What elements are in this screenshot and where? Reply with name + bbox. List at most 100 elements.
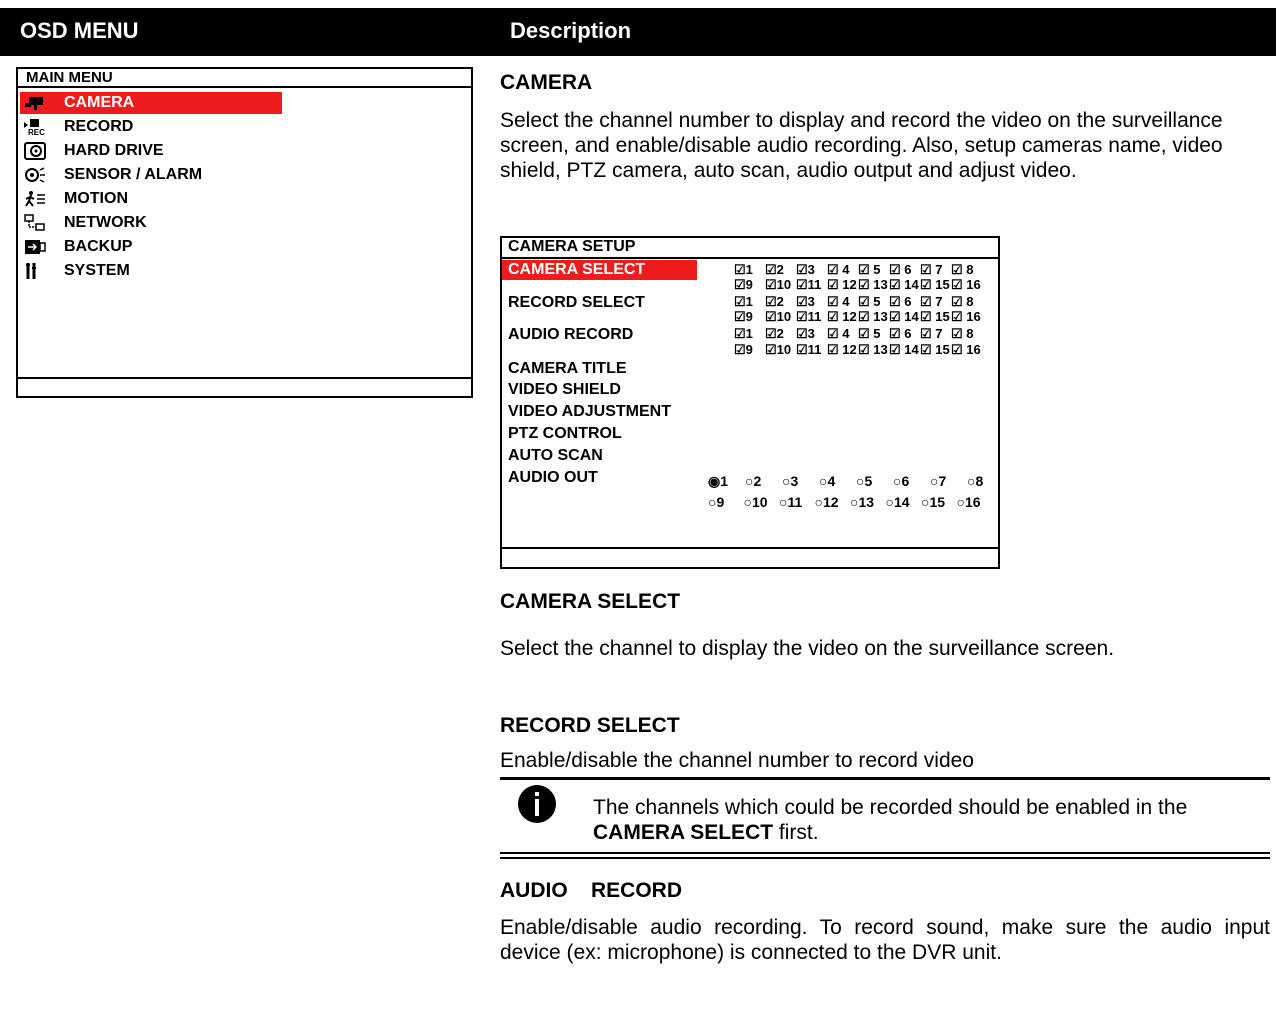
menu-item-label: BACKUP xyxy=(64,238,133,255)
record-select-note: The channels which could be recorded sho… xyxy=(593,795,1193,845)
record-icon: REC xyxy=(24,119,45,136)
record-select-item[interactable]: RECORD SELECT xyxy=(508,294,645,312)
audio-record-checks-row1[interactable]: ☑1 ☑2 ☑3 ☑ 4 ☑ 5 ☑ 6 ☑ 7 ☑ 8 xyxy=(734,326,982,342)
camera-select-item[interactable]: CAMERA SELECT xyxy=(502,260,697,280)
checkbox[interactable]: ☑11 xyxy=(796,342,827,358)
checkbox[interactable]: ☑ 16 xyxy=(951,277,982,293)
audio-record-item[interactable]: AUDIO RECORD xyxy=(508,326,633,344)
checkbox[interactable]: ☑ 7 xyxy=(920,326,951,342)
checkbox[interactable]: ☑10 xyxy=(765,342,796,358)
checkbox[interactable]: ☑ 8 xyxy=(951,326,982,342)
checkbox[interactable]: ☑9 xyxy=(734,277,765,293)
checkbox[interactable]: ☑ 16 xyxy=(951,309,982,325)
video-adjustment-item[interactable]: VIDEO ADJUSTMENT xyxy=(508,403,671,421)
checkbox[interactable]: ☑2 xyxy=(765,294,796,310)
checkbox[interactable]: ☑ 15 xyxy=(920,277,951,293)
checkbox[interactable]: ☑ 4 xyxy=(827,262,858,278)
checkbox[interactable]: ☑ 8 xyxy=(951,294,982,310)
checkbox[interactable]: ☑1 xyxy=(734,262,765,278)
checkbox[interactable]: ☑ 4 xyxy=(827,326,858,342)
radio[interactable]: ○13 xyxy=(850,494,886,510)
checkbox[interactable]: ☑ 8 xyxy=(951,262,982,278)
camera-description: Select the channel number to display and… xyxy=(500,109,1223,182)
checkbox[interactable]: ☑ 6 xyxy=(889,294,920,310)
audio-out-item[interactable]: AUDIO OUT xyxy=(508,469,598,487)
divider xyxy=(18,377,471,379)
checkbox[interactable]: ☑ 7 xyxy=(920,262,951,278)
menu-item-camera[interactable]: CAMERA xyxy=(20,92,282,114)
menu-item-label: RECORD xyxy=(64,118,134,135)
checkbox[interactable]: ☑ 6 xyxy=(889,262,920,278)
alarm-icon xyxy=(25,167,45,183)
checkbox[interactable]: ☑ 13 xyxy=(858,309,889,325)
checkbox[interactable]: ☑3 xyxy=(796,294,827,310)
checkbox[interactable]: ☑ 7 xyxy=(920,294,951,310)
checkbox[interactable]: ☑2 xyxy=(765,262,796,278)
checkbox[interactable]: ☑3 xyxy=(796,326,827,342)
checkbox[interactable]: ☑ 4 xyxy=(827,294,858,310)
camera-select-checks-row2[interactable]: ☑9 ☑10 ☑11 ☑ 12☑ 13☑ 14☑ 15☑ 16 xyxy=(734,277,982,293)
menu-item-label: HARD DRIVE xyxy=(64,142,164,159)
radio[interactable]: ○3 xyxy=(782,473,819,489)
audio-record-checks-row2[interactable]: ☑9 ☑10 ☑11 ☑ 12☑ 13☑ 14☑ 15☑ 16 xyxy=(734,342,982,358)
camera-select-checks-row1[interactable]: ☑1 ☑2 ☑3 ☑ 4 ☑ 5 ☑ 6 ☑ 7 ☑ 8 xyxy=(734,262,982,278)
section-heading-audio-record: AUDIO RECORD xyxy=(500,879,683,902)
record-select-checks-row1[interactable]: ☑1 ☑2 ☑3 ☑ 4 ☑ 5 ☑ 6 ☑ 7 ☑ 8 xyxy=(734,294,982,310)
radio[interactable]: ○15 xyxy=(921,494,957,510)
checkbox[interactable]: ☑1 xyxy=(734,294,765,310)
checkbox[interactable]: ☑ 15 xyxy=(920,342,951,358)
divider xyxy=(502,257,998,259)
checkbox[interactable]: ☑ 13 xyxy=(858,342,889,358)
checkbox[interactable]: ☑ 12 xyxy=(827,309,858,325)
radio[interactable]: ○5 xyxy=(856,473,893,489)
menu-item-label: SYSTEM xyxy=(64,262,130,279)
auto-scan-item[interactable]: AUTO SCAN xyxy=(508,447,603,465)
radio[interactable]: ○11 xyxy=(779,494,815,510)
checkbox[interactable]: ☑ 12 xyxy=(827,342,858,358)
checkbox[interactable]: ☑ 13 xyxy=(858,277,889,293)
video-shield-item[interactable]: VIDEO SHIELD xyxy=(508,381,621,399)
radio[interactable]: ○4 xyxy=(819,473,856,489)
checkbox[interactable]: ☑ 14 xyxy=(889,309,920,325)
camera-title-item[interactable]: CAMERA TITLE xyxy=(508,360,627,378)
ptz-control-item[interactable]: PTZ CONTROL xyxy=(508,425,622,443)
checkbox[interactable]: ☑1 xyxy=(734,326,765,342)
checkbox[interactable]: ☑3 xyxy=(796,262,827,278)
note-text: The channels which could be recorded sho… xyxy=(593,796,1188,819)
motion-icon xyxy=(25,191,45,207)
record-select-checks-row2[interactable]: ☑9 ☑10 ☑11 ☑ 12☑ 13☑ 14☑ 15☑ 16 xyxy=(734,309,982,325)
radio[interactable]: ○14 xyxy=(886,494,922,510)
checkbox[interactable]: ☑10 xyxy=(765,277,796,293)
checkbox[interactable]: ☑9 xyxy=(734,309,765,325)
checkbox[interactable]: ☑11 xyxy=(796,277,827,293)
checkbox[interactable]: ☑ 5 xyxy=(858,326,889,342)
note-bottom-rule xyxy=(500,857,1270,859)
backup-icon xyxy=(25,240,46,254)
radio[interactable]: ○9 xyxy=(708,494,744,510)
section-heading-camera: CAMERA xyxy=(500,71,593,94)
radio[interactable]: ○12 xyxy=(815,494,851,510)
radio[interactable]: ◉1 xyxy=(708,473,745,490)
checkbox[interactable]: ☑ 14 xyxy=(889,342,920,358)
divider xyxy=(502,547,998,549)
network-icon xyxy=(24,214,45,231)
checkbox[interactable]: ☑ 14 xyxy=(889,277,920,293)
radio[interactable]: ○7 xyxy=(930,473,967,489)
audio-out-radios-row1[interactable]: ◉1 ○2 ○3 ○4 ○5 ○6 ○7 ○8 xyxy=(708,473,1004,490)
checkbox[interactable]: ☑ 5 xyxy=(858,262,889,278)
checkbox[interactable]: ☑11 xyxy=(796,309,827,325)
checkbox[interactable]: ☑ 16 xyxy=(951,342,982,358)
checkbox[interactable]: ☑ 6 xyxy=(889,326,920,342)
radio[interactable]: ○2 xyxy=(745,473,782,489)
radio[interactable]: ○10 xyxy=(744,494,780,510)
checkbox[interactable]: ☑9 xyxy=(734,342,765,358)
checkbox[interactable]: ☑10 xyxy=(765,309,796,325)
checkbox[interactable]: ☑ 12 xyxy=(827,277,858,293)
radio[interactable]: ○8 xyxy=(967,473,1004,489)
checkbox[interactable]: ☑ 5 xyxy=(858,294,889,310)
audio-out-radios-row2[interactable]: ○9 ○10 ○11 ○12 ○13 ○14 ○15 ○16 xyxy=(708,494,992,510)
radio[interactable]: ○16 xyxy=(957,494,993,510)
checkbox[interactable]: ☑ 15 xyxy=(920,309,951,325)
checkbox[interactable]: ☑2 xyxy=(765,326,796,342)
radio[interactable]: ○6 xyxy=(893,473,930,489)
